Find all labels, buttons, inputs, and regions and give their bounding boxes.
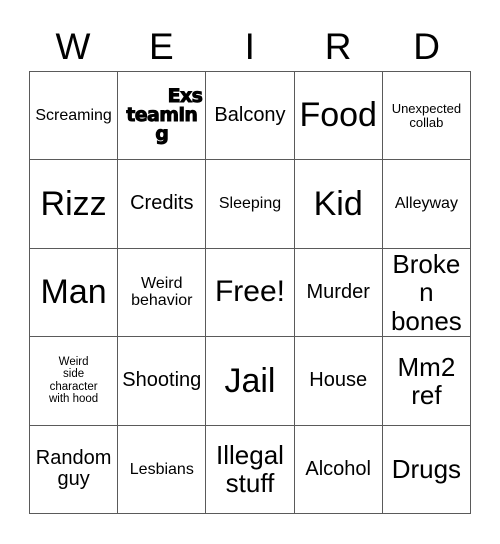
bingo-header-letter-2: I — [244, 26, 256, 67]
bingo-cell-label: Rizz — [40, 184, 107, 223]
bingo-cell-label: Murder — [306, 280, 370, 303]
bingo-cell-r1-c4[interactable]: Alleyway — [382, 160, 471, 249]
bingo-cell-r3-c4[interactable]: Mm2 ref — [382, 337, 471, 426]
bingo-cell-label: Mm2 ref — [397, 351, 456, 410]
bingo-cell-label: Shooting — [122, 369, 202, 392]
bingo-cell-r0-c2[interactable]: Balcony — [206, 72, 295, 161]
bingo-cell-r3-c2[interactable]: Jail — [206, 337, 295, 426]
bingo-cell-label: Food — [299, 96, 377, 135]
bingo-header-letter-3: R — [324, 26, 353, 67]
bingo-grid: Screaming Exs teaming Balcony Food Unexpected… — [29, 71, 471, 514]
bingo-cell-label: Jail — [224, 361, 276, 400]
bingo-header-letters: WEIRD — [29, 22, 471, 71]
bingo-cell-label-line: teaming — [126, 104, 199, 146]
bingo-cell-r0-c0[interactable]: Screaming — [30, 72, 119, 161]
bingo-cell-r1-c2[interactable]: Sleeping — [206, 160, 295, 249]
bingo-cell-r3-c3[interactable]: House — [294, 337, 383, 426]
bingo-cell-label: Credits — [130, 192, 194, 215]
bingo-cell-r4-c4[interactable]: Drugs — [382, 425, 471, 514]
bingo-cell-label: Drugs — [391, 454, 462, 485]
bingo-cell-label: Man — [40, 273, 107, 312]
bingo-cell-label: House — [309, 369, 368, 392]
bingo-cell-label: Alcohol — [305, 457, 371, 480]
bingo-cell-r4-c1[interactable]: Lesbians — [118, 425, 207, 514]
bingo-cell-r2-c2[interactable]: Free! — [206, 248, 295, 338]
bingo-cell-label: Illegal stuff — [216, 440, 284, 499]
bingo-cell-label: Unexpected collab — [391, 100, 462, 130]
bingo-cell-r3-c0[interactable]: Weird side character with hood — [30, 337, 119, 426]
bingo-cell-label: Sleeping — [218, 195, 282, 213]
bingo-cell-label: Random guy — [35, 446, 112, 491]
bingo-header-letter-4: D — [413, 26, 441, 67]
bingo-cell-r1-c1[interactable]: Credits — [118, 160, 207, 249]
bingo-cell-r1-c3[interactable]: Kid — [294, 160, 383, 249]
bingo-cell-label: Kid — [313, 184, 363, 223]
bingo-card: W E I R D Screaming Exs teaming Balcony Food Unex… — [0, 0, 500, 544]
bingo-cell-label: Broken bones — [390, 249, 462, 336]
bingo-cell-r0-c4[interactable]: Unexpected collab — [382, 72, 471, 161]
bingo-cell-r2-c4[interactable]: Broken bones — [382, 248, 471, 338]
bingo-cell-r2-c3[interactable]: Murder — [294, 248, 383, 338]
bingo-header-letter-0: W — [55, 26, 91, 67]
bingo-cell-label: Lesbians — [129, 460, 194, 478]
bingo-cell-r4-c0[interactable]: Random guy — [30, 425, 119, 514]
bingo-header-letter-1: E — [149, 26, 175, 67]
bingo-cell-label: Weird side character with hood — [48, 356, 99, 406]
bingo-cell-r0-c1[interactable]: Exs teaming — [118, 72, 207, 161]
bingo-cell-label: Balcony — [214, 103, 286, 126]
bingo-cell-label: Free! — [214, 275, 285, 309]
bingo-cell-r0-c3[interactable]: Food — [294, 72, 383, 161]
bingo-cell-label: Exs teaming — [121, 86, 204, 146]
bingo-cell-r4-c2[interactable]: Illegal stuff — [206, 425, 295, 514]
bingo-cell-r3-c1[interactable]: Shooting — [118, 337, 207, 426]
bingo-cell-label: Weird behavior — [131, 275, 193, 310]
bingo-cell-r4-c3[interactable]: Alcohol — [294, 425, 383, 514]
bingo-cell-r2-c1[interactable]: Weird behavior — [118, 248, 207, 338]
bingo-cell-label: Screaming — [35, 107, 112, 125]
bingo-cell-r2-c0[interactable]: Man — [30, 248, 119, 338]
bingo-cell-label: Alleyway — [394, 195, 458, 213]
bingo-cell-r1-c0[interactable]: Rizz — [30, 160, 119, 249]
